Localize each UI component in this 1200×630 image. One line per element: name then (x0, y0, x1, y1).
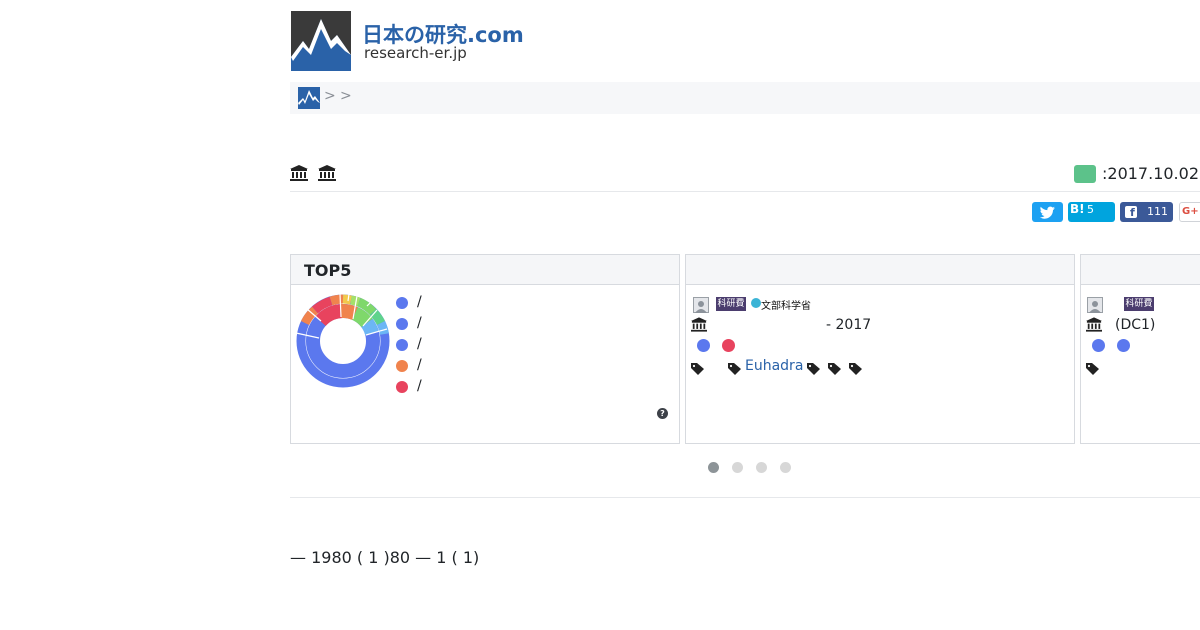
donut-segment (361, 318, 379, 336)
facebook-count: 111 (1147, 205, 1168, 218)
hatena-count: 5 (1087, 203, 1094, 216)
person-icon (1087, 297, 1103, 313)
category-dot (697, 339, 710, 352)
donut-segment (376, 321, 389, 335)
research-period-summary: — 1980 ( 1 )80 — 1 ( 1) (290, 548, 480, 567)
top5-donut-chart (295, 293, 390, 388)
legend-label: / (417, 315, 422, 331)
card-header: TOP5 (291, 255, 679, 285)
institution-icon (1086, 317, 1102, 332)
research-period: - 2017 (826, 317, 872, 333)
hatena-bookmark-button[interactable]: B! 5 (1068, 202, 1115, 222)
legend-dot (396, 381, 408, 393)
category-dot (1117, 339, 1130, 352)
divider (290, 497, 1200, 498)
research-card[interactable]: 科研費 (DC1) (1080, 254, 1200, 444)
research-card[interactable]: 科研費 文部科学省 - 2017 Euhadra (685, 254, 1075, 444)
tag-icon (828, 360, 841, 375)
site-logo[interactable] (291, 11, 351, 71)
legend-label: / (417, 378, 422, 394)
card-header (1081, 255, 1200, 285)
institution-icon (691, 317, 707, 332)
donut-segment (351, 307, 373, 328)
facebook-icon: f (1125, 206, 1137, 219)
home-logo-icon (298, 87, 320, 109)
card-header (686, 255, 1074, 285)
twitter-share-button[interactable] (1032, 202, 1063, 222)
legend-dot (396, 297, 408, 309)
ministry-icon (751, 298, 761, 308)
twitter-icon (1039, 206, 1055, 219)
legend-label: / (417, 357, 422, 373)
carousel-dot[interactable] (756, 462, 767, 473)
google-plus-share-button[interactable]: G+ (1179, 202, 1200, 222)
institution-icon (290, 165, 308, 181)
person-icon (693, 297, 709, 313)
legend-label: / (417, 294, 422, 310)
carousel-dot[interactable] (732, 462, 743, 473)
divider (290, 191, 1200, 192)
category-dot (722, 339, 735, 352)
card-title: TOP5 (304, 261, 352, 280)
top5-card: TOP5 / / / / / ? (290, 254, 680, 444)
brand-subtitle: research-er.jp (364, 44, 467, 62)
kaken-badge: 科研費 (716, 297, 746, 311)
tag-icon (691, 360, 704, 375)
legend-label: / (417, 336, 422, 352)
tag-icon (1086, 360, 1099, 375)
keyword-link[interactable]: Euhadra (745, 358, 803, 374)
record-date: :2017.10.02 (1102, 164, 1199, 183)
breadcrumb-separator: > (324, 88, 336, 104)
breadcrumb-separator: > (340, 88, 352, 104)
mountain-logo-icon (291, 11, 351, 71)
tag-icon (807, 360, 820, 375)
donut-segment (329, 294, 344, 306)
carousel-dot-active[interactable] (708, 462, 719, 473)
breadcrumb: > > (290, 82, 1200, 114)
ministry-name: 文部科学省 (761, 301, 811, 312)
research-category: (DC1) (1115, 317, 1156, 333)
facebook-share-button[interactable]: f 111 (1120, 202, 1173, 222)
hatena-label: B! (1070, 202, 1085, 216)
breadcrumb-home-link[interactable] (298, 87, 320, 109)
kaken-badge: 科研費 (1124, 297, 1154, 311)
donut-segment (350, 295, 361, 307)
institution-icon (318, 165, 336, 181)
legend-dot (396, 360, 408, 372)
google-plus-icon: G+ (1182, 206, 1199, 217)
carousel-dot[interactable] (780, 462, 791, 473)
help-icon[interactable]: ? (657, 408, 668, 419)
legend-dot (396, 339, 408, 351)
tag-icon (849, 360, 862, 375)
legend-dot (396, 318, 408, 330)
donut-segment (315, 304, 342, 327)
category-dot (1092, 339, 1105, 352)
donut-segment (342, 294, 352, 305)
status-badge (1074, 165, 1096, 183)
tag-icon (728, 360, 741, 375)
donut-segment (340, 304, 358, 321)
